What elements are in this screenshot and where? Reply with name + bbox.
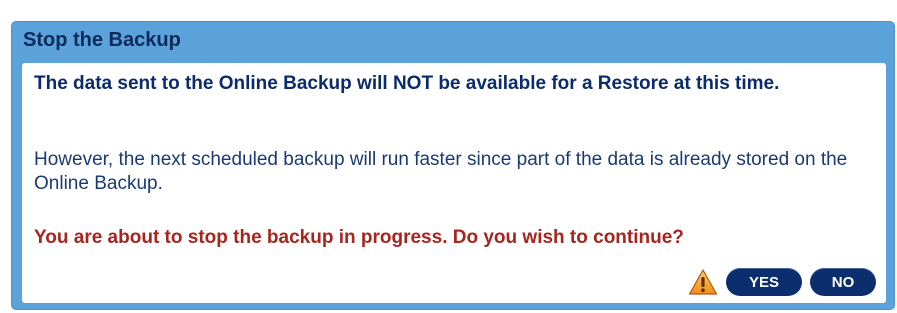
no-button[interactable]: NO [810, 268, 876, 296]
stop-backup-dialog: Stop the Backup The data sent to the Onl… [11, 21, 895, 310]
dialog-actions: YES NO [688, 268, 876, 296]
message-confirm-stop: You are about to stop the backup in prog… [34, 227, 684, 248]
dialog-body: The data sent to the Online Backup will … [22, 63, 886, 303]
yes-button[interactable]: YES [726, 268, 802, 296]
message-next-backup-faster: However, the next scheduled backup will … [34, 149, 848, 194]
message-not-available: The data sent to the Online Backup will … [34, 73, 780, 94]
dialog-title: Stop the Backup [23, 29, 181, 51]
warning-triangle-icon [688, 269, 718, 295]
